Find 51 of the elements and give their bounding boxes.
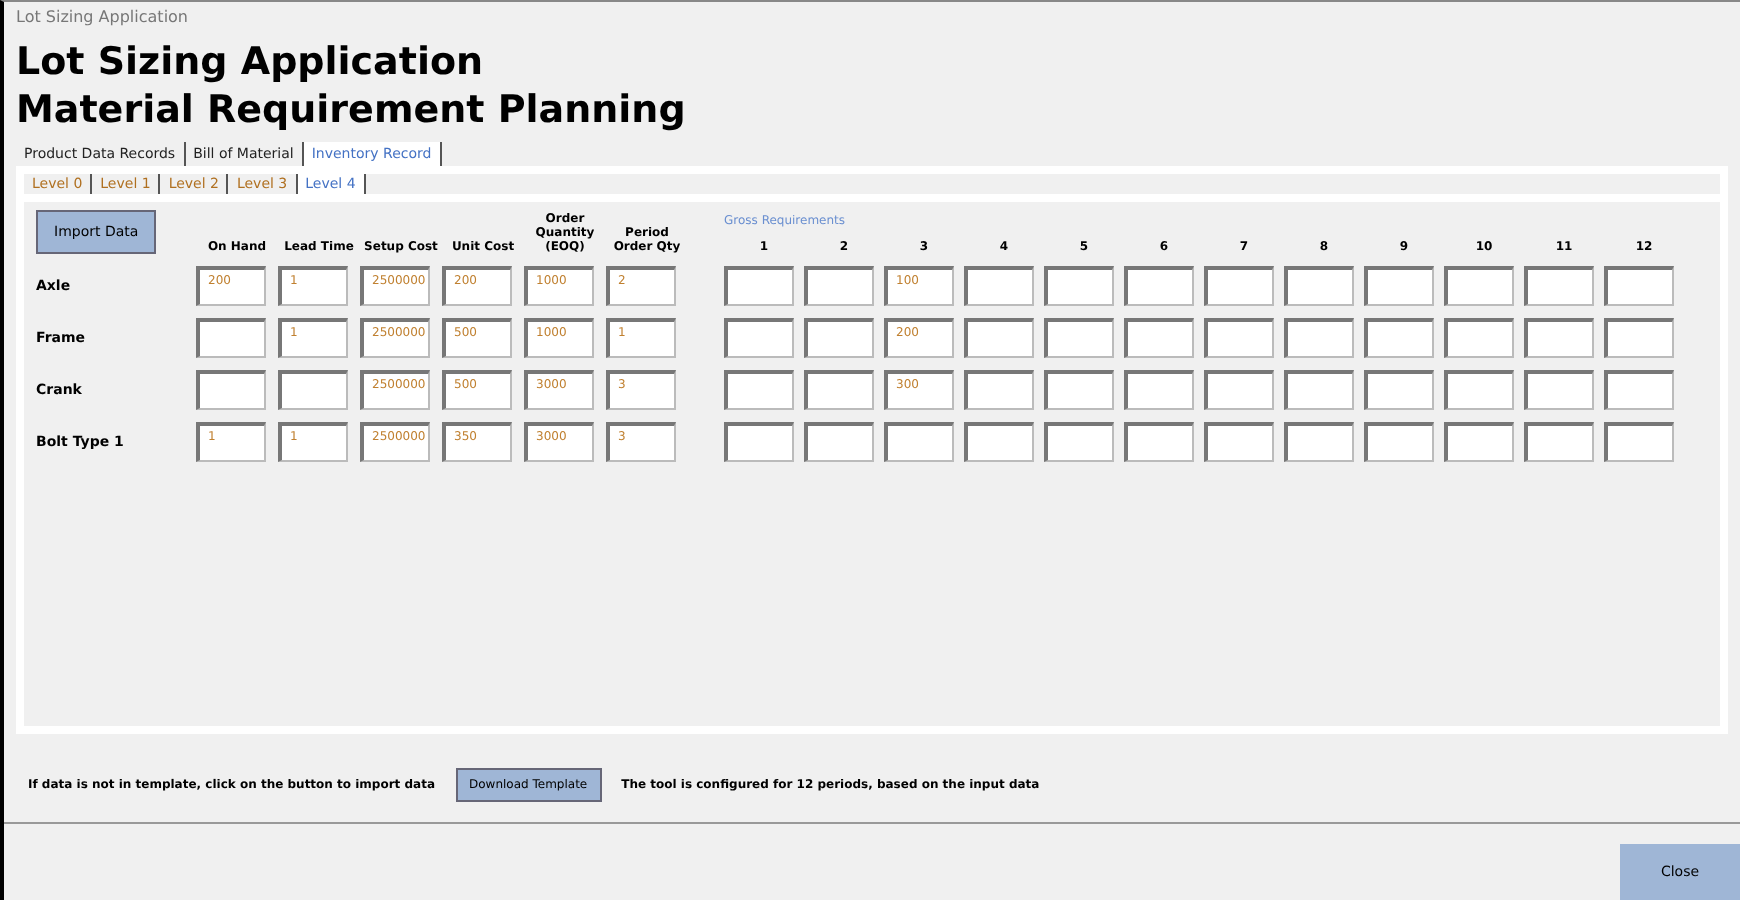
input-field[interactable] [1204,318,1274,358]
input-field[interactable] [804,370,874,410]
input-field[interactable] [1604,422,1674,462]
window-title: Lot Sizing Application [14,6,191,30]
app-heading: Lot Sizing Application [14,38,486,86]
input-field[interactable] [964,370,1034,410]
input-field[interactable] [1364,318,1434,358]
input-field[interactable] [724,370,794,410]
input-field[interactable] [1044,318,1114,358]
input-field[interactable] [964,318,1034,358]
input-field[interactable] [1604,318,1674,358]
input-field[interactable] [1044,422,1114,462]
input-field[interactable] [1204,422,1274,462]
input-field[interactable] [964,422,1034,462]
input-field[interactable] [884,422,954,462]
input-field[interactable] [1364,370,1434,410]
input-field[interactable] [1284,266,1354,306]
input-field[interactable] [1364,266,1434,306]
input-field[interactable] [1124,370,1194,410]
input-field[interactable] [1284,370,1354,410]
input-field[interactable] [1444,370,1514,410]
input-field[interactable] [1444,318,1514,358]
input-field[interactable] [1284,318,1354,358]
input-field[interactable] [1524,370,1594,410]
input-field[interactable] [724,318,794,358]
input-field[interactable] [1124,266,1194,306]
input-field[interactable] [724,266,794,306]
input-field[interactable] [1124,318,1194,358]
input-field[interactable] [1204,370,1274,410]
input-field[interactable] [278,370,348,410]
input-field[interactable] [804,422,874,462]
input-field[interactable] [804,318,874,358]
input-field[interactable] [1604,370,1674,410]
input-field[interactable] [196,318,266,358]
input-field[interactable] [724,422,794,462]
app-heading: Material Requirement Planning [14,86,688,134]
input-field[interactable] [1444,422,1514,462]
input-field[interactable] [1524,422,1594,462]
input-field[interactable] [1124,422,1194,462]
input-field[interactable] [196,370,266,410]
input-field[interactable] [1524,266,1594,306]
input-field[interactable] [1444,266,1514,306]
input-field[interactable] [1284,422,1354,462]
input-field[interactable] [1524,318,1594,358]
input-field[interactable] [804,266,874,306]
input-field[interactable] [1204,266,1274,306]
input-field[interactable] [964,266,1034,306]
input-field[interactable] [1044,370,1114,410]
input-field[interactable] [1044,266,1114,306]
input-field[interactable] [1604,266,1674,306]
input-field[interactable] [1364,422,1434,462]
